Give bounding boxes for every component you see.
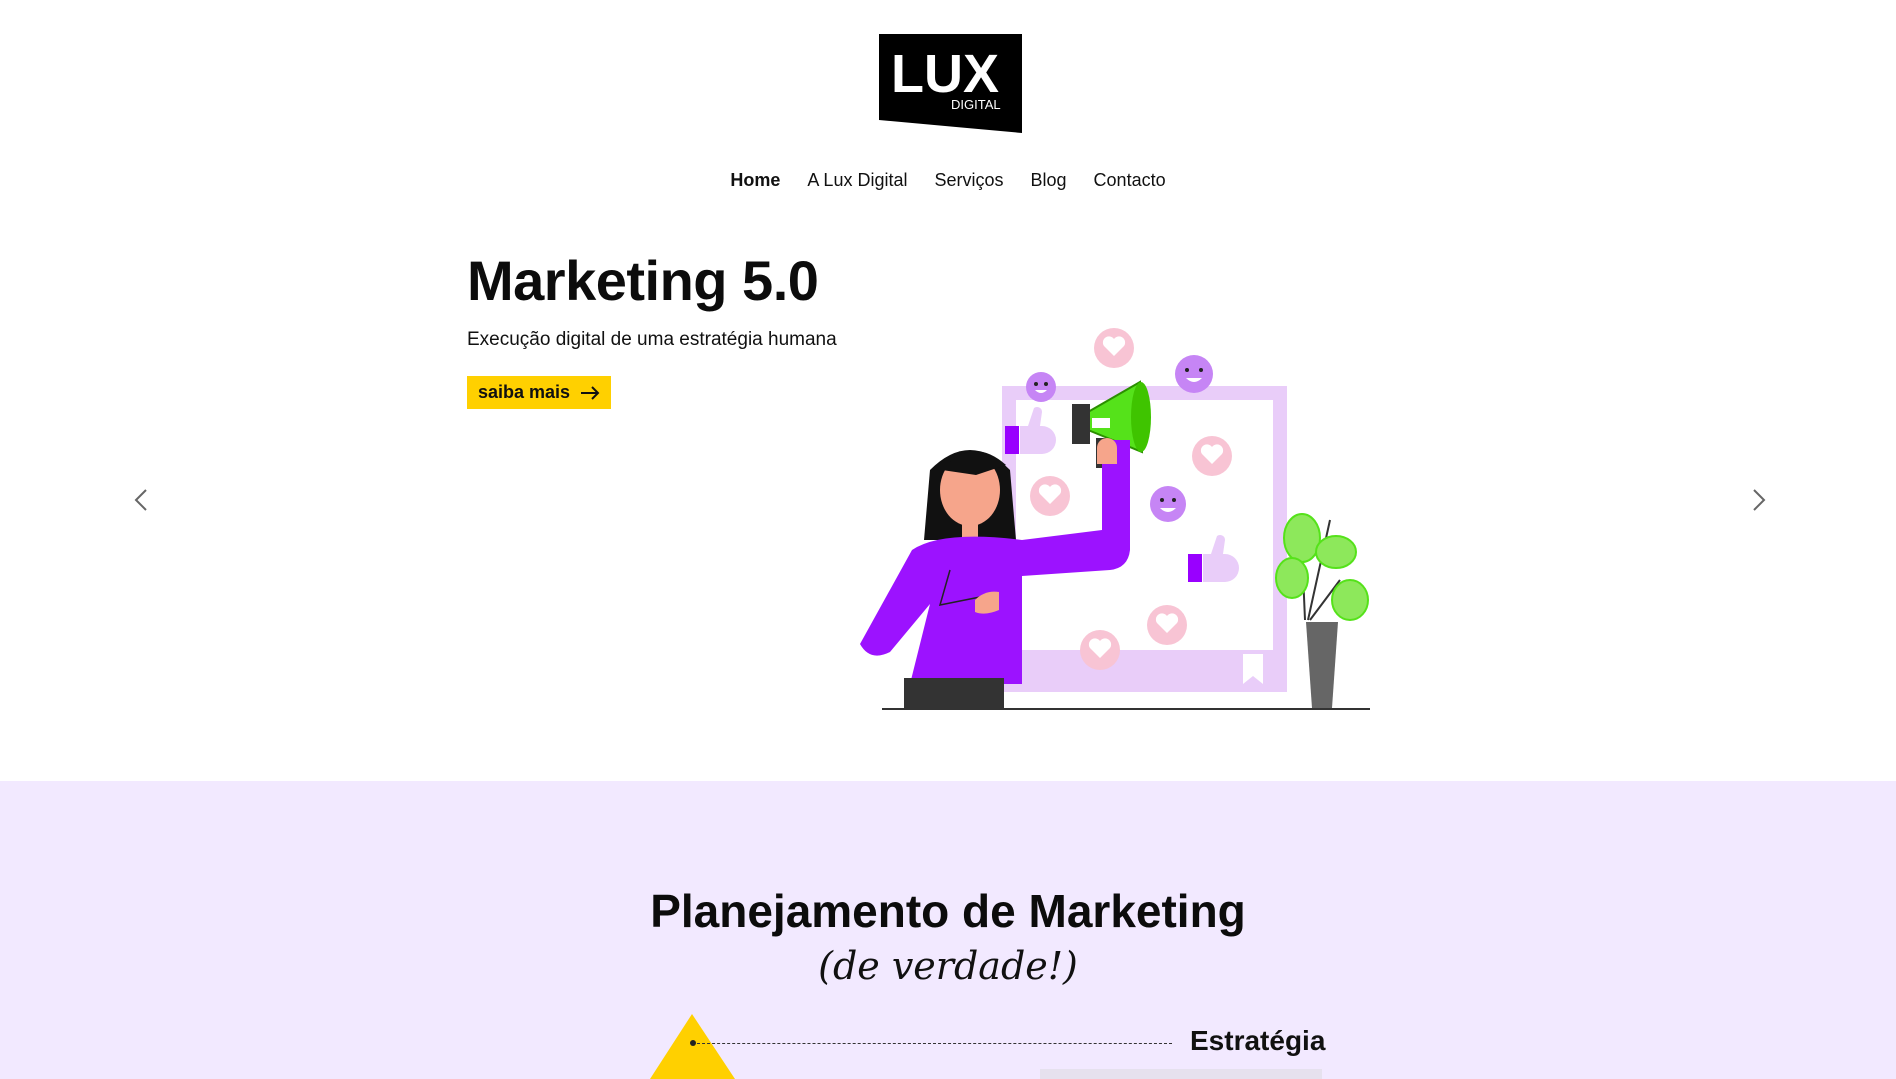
planning-subtitle: (de verdade!): [818, 944, 1078, 988]
nav-contacto[interactable]: Contacto: [1094, 170, 1166, 191]
chevron-right-icon: [1753, 489, 1766, 511]
chevron-left-icon: [134, 489, 147, 511]
heart-icon: [1030, 476, 1070, 516]
carousel-next-button[interactable]: [1740, 482, 1776, 518]
dotted-connector: [692, 1043, 1172, 1044]
nav-blog[interactable]: Blog: [1031, 170, 1067, 191]
main-nav: Home A Lux Digital Serviços Blog Contact…: [0, 170, 1896, 191]
smiley-icon: [1150, 486, 1186, 522]
arrow-right-icon: [581, 385, 600, 400]
hero-illustration: [860, 328, 1370, 710]
svg-text:LUX: LUX: [891, 44, 999, 104]
hero-title: Marketing 5.0: [467, 249, 819, 312]
heart-icon: [1094, 328, 1134, 368]
pyramid-level-estrategia: Estratégia: [1190, 1025, 1326, 1056]
smiley-icon: [1026, 372, 1056, 402]
svg-text:DIGITAL: DIGITAL: [951, 97, 1001, 112]
connector-dot: [690, 1040, 696, 1046]
lux-digital-logo[interactable]: LUX DIGITAL: [879, 34, 1022, 133]
planning-title: Planejamento de Marketing: [650, 885, 1246, 937]
plant-icon: [1275, 513, 1369, 708]
saiba-mais-button[interactable]: saiba mais: [467, 376, 611, 409]
level-description-box: [1040, 1069, 1322, 1079]
nav-servicos[interactable]: Serviços: [934, 170, 1003, 191]
carousel-prev-button[interactable]: [124, 482, 160, 518]
nav-a-lux-digital[interactable]: A Lux Digital: [807, 170, 907, 191]
heart-icon: [1192, 436, 1232, 476]
pyramid-graphic: [650, 1014, 735, 1079]
heart-icon: [1147, 605, 1187, 645]
saiba-mais-label: saiba mais: [477, 382, 571, 402]
hero-subtitle: Execução digital de uma estratégia human…: [467, 329, 837, 350]
nav-home[interactable]: Home: [730, 170, 780, 191]
smiley-icon: [1175, 355, 1213, 393]
heart-icon: [1080, 630, 1120, 670]
